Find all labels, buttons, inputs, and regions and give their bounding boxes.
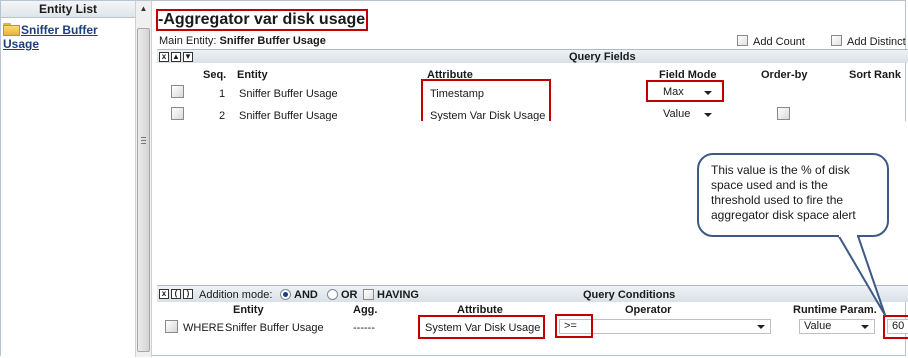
app-frame: Entity List Sniffer Buffer Usage ▲ -Aggr… (0, 0, 908, 357)
cond-col-agg: Agg. (353, 304, 378, 316)
entity-list-header: Entity List (1, 1, 135, 18)
condition-runtime-param-value: Value (804, 320, 832, 332)
main-entity-value: Sniffer Buffer Usage (219, 35, 326, 47)
callout-text: This value is the % of disk space used a… (711, 163, 856, 222)
row-1-checkbox[interactable] (171, 85, 184, 98)
add-count-checkbox[interactable] (737, 35, 748, 46)
chevron-down-icon (861, 325, 869, 329)
row-2-checkbox[interactable] (171, 107, 184, 120)
condition-row-checkbox[interactable] (165, 320, 178, 333)
annotation-box-condition-attribute (418, 315, 545, 339)
annotation-box-attributes (421, 79, 551, 125)
row-2-field-mode-select[interactable]: Value (658, 107, 718, 122)
entity-list-scrollbar[interactable]: ▲ (135, 1, 152, 357)
main-entity-line: Main Entity: Sniffer Buffer Usage (159, 35, 326, 47)
annotation-box-title (156, 9, 368, 31)
condition-entity: Sniffer Buffer Usage (225, 322, 324, 334)
row-2-field-mode-value: Value (663, 108, 691, 120)
col-seq: Seq. (203, 69, 227, 81)
and-label: AND (294, 289, 318, 301)
col-sort-rank: Sort Rank (849, 69, 901, 81)
add-distinct-checkbox[interactable] (831, 35, 842, 46)
annotation-box-field-mode (646, 80, 724, 102)
query-conditions-header: x ( ) Addition mode: AND OR HAVING Query… (157, 285, 908, 302)
open-paren-icon[interactable]: ( (171, 289, 181, 299)
condition-runtime-param-select[interactable]: Value (799, 319, 875, 334)
add-count-label: Add Count (753, 36, 805, 48)
chevron-down-icon (704, 113, 712, 117)
or-label: OR (341, 289, 358, 301)
add-distinct-label: Add Distinct (847, 36, 906, 48)
cond-col-entity: Entity (233, 304, 264, 316)
condition-agg: ------ (353, 322, 375, 334)
cond-col-runtime-param: Runtime Param. (793, 304, 877, 316)
annotation-box-operator (555, 314, 593, 338)
cond-col-operator: Operator (625, 304, 672, 316)
scroll-up-arrow-icon[interactable]: ▲ (136, 1, 151, 17)
scroll-thumb[interactable] (137, 28, 150, 352)
remove-field-icon[interactable]: x (159, 52, 169, 62)
annotation-box-value (883, 315, 908, 339)
entity-list-panel: Entity List Sniffer Buffer Usage (1, 1, 135, 357)
annotation-callout: This value is the % of disk space used a… (697, 153, 889, 237)
folder-icon (3, 23, 20, 36)
having-label: HAVING (377, 289, 419, 301)
close-paren-icon[interactable]: ) (183, 289, 193, 299)
or-radio[interactable] (327, 289, 338, 300)
query-fields-title: Query Fields (569, 51, 636, 63)
move-down-icon[interactable]: ▼ (183, 52, 193, 62)
chevron-down-icon (757, 325, 765, 329)
query-fields-header: x ▲ ▼ Query Fields (157, 49, 908, 63)
row-2-order-by-checkbox[interactable] (777, 107, 790, 120)
col-entity: Entity (237, 69, 268, 81)
col-order-by: Order-by (761, 69, 808, 81)
move-up-icon[interactable]: ▲ (171, 52, 181, 62)
callout-seam (839, 233, 857, 237)
condition-clause: WHERE (183, 322, 224, 334)
main-entity-label: Main Entity: (159, 35, 217, 47)
grip-icon (141, 137, 146, 144)
row-1-seq: 1 (219, 88, 226, 100)
having-checkbox[interactable] (363, 289, 374, 300)
entity-item-sniffer-buffer-usage[interactable]: Sniffer Buffer Usage (3, 23, 131, 51)
query-conditions-title: Query Conditions (583, 289, 676, 301)
row-1-entity: Sniffer Buffer Usage (239, 88, 338, 100)
addition-mode-label: Addition mode: (199, 289, 273, 301)
and-radio[interactable] (280, 289, 291, 300)
remove-condition-icon[interactable]: x (159, 289, 169, 299)
